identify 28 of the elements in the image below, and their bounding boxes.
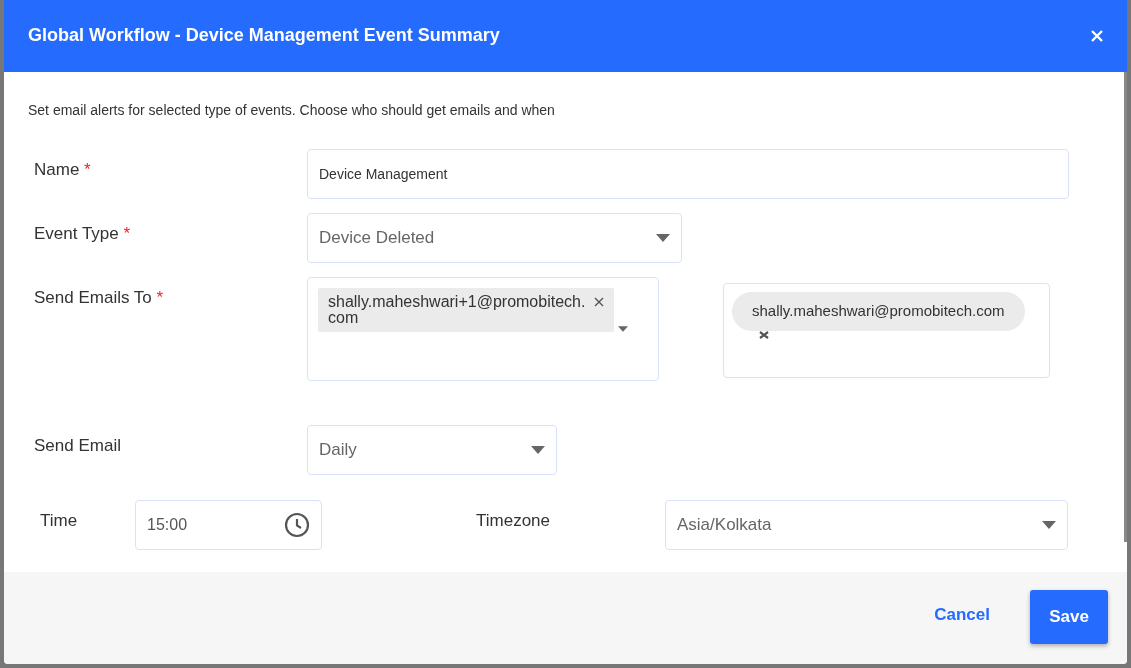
caret-icon (618, 326, 628, 332)
caret-icon (656, 234, 670, 242)
field-label: Name * (33, 159, 92, 181)
close-button[interactable] (1089, 28, 1105, 44)
field-label: Event Type * (33, 223, 132, 245)
field-label: Send Emails To * (33, 287, 165, 309)
cancel-button[interactable]: Cancel (928, 601, 996, 629)
remove-icon[interactable] (759, 330, 769, 339)
select-dropdown[interactable]: Daily (307, 425, 557, 475)
email-tag: shally.maheshwari@promobitech.com (732, 292, 1025, 331)
dialog-title: Global Workflow - Device Management Event Summary (28, 25, 500, 47)
name-field[interactable]: Device Management (307, 149, 1069, 199)
time-field[interactable]: 15:00 (135, 500, 322, 550)
caret-icon (531, 446, 545, 454)
save-button[interactable]: Save (1030, 590, 1108, 644)
email-tag: shally.maheshwari+1@promobitech.com (318, 288, 614, 332)
caret-icon (1042, 521, 1056, 529)
clock-icon (284, 512, 310, 538)
timezone-dropdown[interactable]: Asia/Kolkata (665, 500, 1068, 550)
recipients-field[interactable]: shally.maheshwari+1@promobitech.com (307, 277, 659, 381)
email-list-field[interactable]: shally.maheshwari@promobitech.com (723, 283, 1050, 378)
select-dropdown[interactable]: Device Deleted (307, 213, 682, 263)
field-label: Timezone (475, 510, 551, 532)
field-label: Send Email (33, 435, 122, 457)
remove-icon[interactable] (594, 297, 604, 307)
field-label: Time (39, 510, 79, 532)
description-text: Set email alerts for selected type of events. Choose who should get emails and when (28, 101, 556, 120)
close-icon (1091, 30, 1103, 42)
